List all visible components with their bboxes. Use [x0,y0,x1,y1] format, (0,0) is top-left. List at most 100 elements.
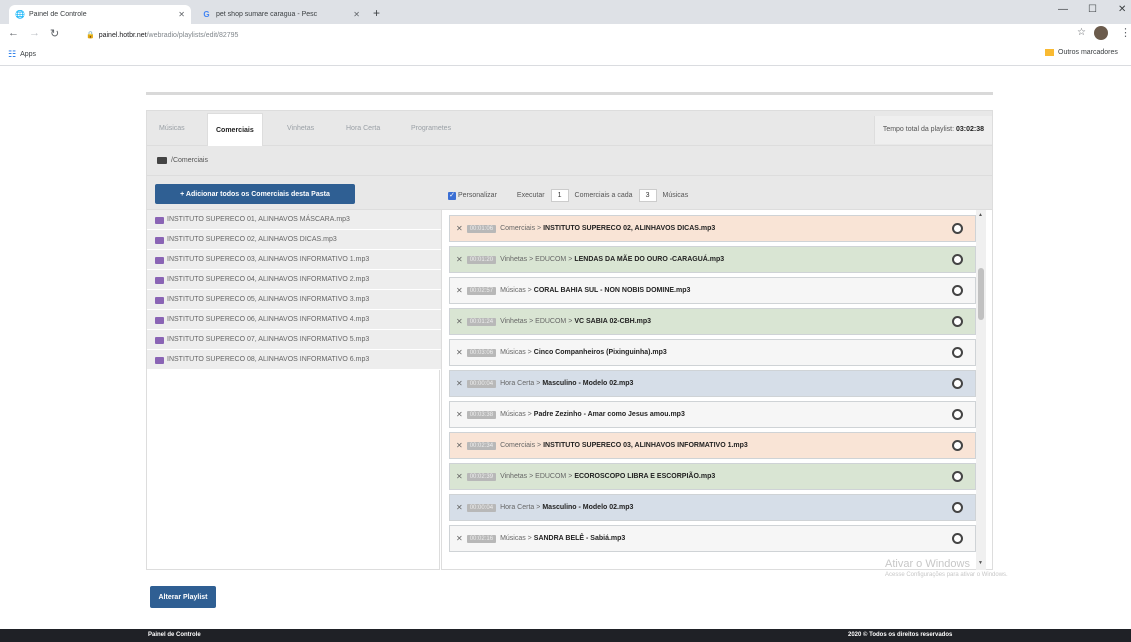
reload-icon[interactable]: ↻ [50,27,59,40]
category-path: Hora Certa > [500,380,541,387]
drag-move-icon[interactable]: ✕ [456,503,463,512]
watermark-subtitle: Acesse Configurações para ativar o Windo… [885,572,1008,578]
track-name: Masculino - Modelo 02.mp3 [542,380,634,387]
playlist-row[interactable]: ✕ 00:02:57 Músicas > CORAL BAHIA SUL - NON … [449,277,976,304]
playlist-row[interactable]: ✕ 00:03:38 Músicas > Padre Zezinho - Amar c… [449,401,976,428]
alter-playlist-button[interactable]: Alterar Playlist [150,586,216,608]
audio-file-icon [155,217,164,224]
remove-circle-icon[interactable] [952,223,963,234]
browser-tab-painel[interactable]: 🌐 Painel de Controle ✕ [9,5,191,24]
list-item[interactable]: INSTITUTO SUPERECO 04, ALINHAVOS INFORMA… [147,270,441,290]
drag-move-icon[interactable]: ✕ [456,534,463,543]
close-tab-icon[interactable]: ✕ [353,10,360,19]
drag-move-icon[interactable]: ✕ [456,472,463,481]
breadcrumb-path[interactable]: /Comerciais [171,157,208,164]
track-name: Cinco Companheiros (Pixinguinha).mp3 [533,349,667,356]
list-item[interactable]: INSTITUTO SUPERECO 03, ALINHAVOS INFORMA… [147,250,441,270]
back-icon[interactable]: ← [8,27,19,39]
close-window-icon[interactable]: ✕ [1118,4,1126,15]
playlist-row[interactable]: ✕ 00:00:04 Hora Certa > Masculino - Modelo … [449,494,976,521]
add-all-commercials-button[interactable]: + Adicionar todos os Comerciais desta Pa… [155,184,355,204]
playlist-row[interactable]: ✕ 00:00:04 Hora Certa > Masculino - Modelo … [449,370,976,397]
apps-bookmark[interactable]: ☷ Apps [8,49,36,60]
audio-file-icon [155,337,164,344]
playlist-row[interactable]: ✕ 00:02:16 Músicas > SANDRA BELÊ - Sabiá.mp… [449,525,976,552]
duration-badge: 00:01:24 [466,317,497,326]
other-bookmarks[interactable]: Outros marcadores [1045,49,1118,56]
apps-label: Apps [20,51,37,58]
track-name: VC SABIA 02-CBH.mp3 [574,318,652,325]
playlist-scrollbar[interactable]: ▲ ▼ [976,210,986,570]
drag-move-icon[interactable]: ✕ [456,224,463,233]
remove-circle-icon[interactable] [952,347,963,358]
remove-circle-icon[interactable] [952,440,963,451]
track-name: Padre Zezinho - Amar como Jesus amou.mp3 [533,411,685,418]
breadcrumb: /Comerciais [146,146,993,176]
scroll-up-icon[interactable]: ▲ [978,212,983,218]
remove-circle-icon[interactable] [952,409,963,420]
remove-circle-icon[interactable] [952,378,963,389]
remove-circle-icon[interactable] [952,285,963,296]
new-tab-button[interactable]: + [373,6,380,20]
execute-count-input[interactable]: 1 [550,189,569,202]
duration-badge: 00:02:34 [466,441,497,450]
close-tab-icon[interactable]: ✕ [178,10,185,19]
footer-right: 2020 © Todos os direitos reservados [848,632,953,638]
drag-move-icon[interactable]: ✕ [456,255,463,264]
file-name: INSTITUTO SUPERECO 05, ALINHAVOS INFORMA… [167,296,370,303]
playlist-row[interactable]: ✕ 00:02:39 Vinhetas > EDUCOM > ECOROSCOPO L… [449,463,976,490]
playlist-row[interactable]: ✕ 00:02:34 Comerciais > INSTITUTO SUPERECO … [449,432,976,459]
personalize-controls: ✓ Personalizar Executar 1 Comerciais a c… [448,189,688,202]
personalize-checkbox[interactable]: ✓ [448,191,456,200]
remove-circle-icon[interactable] [952,316,963,327]
list-item[interactable]: INSTITUTO SUPERECO 01, ALINHAVOS MÁSCARA… [147,210,441,230]
menu-kebab-icon[interactable]: ⋮ [1120,26,1131,39]
tab-comerciais[interactable]: Comerciais [207,113,263,147]
minimize-icon[interactable]: — [1058,4,1068,15]
drag-move-icon[interactable]: ✕ [456,379,463,388]
drag-move-icon[interactable]: ✕ [456,441,463,450]
file-name: INSTITUTO SUPERECO 06, ALINHAVOS INFORMA… [167,316,370,323]
tab-vinhetas[interactable]: Vinhetas [279,121,322,147]
list-item[interactable]: INSTITUTO SUPERECO 07, ALINHAVOS INFORMA… [147,330,441,350]
playlist-row[interactable]: ✕ 00:03:06 Músicas > Cinco Companheiros (Pi… [449,339,976,366]
track-name: INSTITUTO SUPERECO 03, ALINHAVOS INFORMA… [543,442,748,449]
scroll-thumb[interactable] [978,268,984,320]
file-name: INSTITUTO SUPERECO 02, ALINHAVOS DICAS.m… [167,236,337,243]
playlist-row[interactable]: ✕ 00:01:20 Vinhetas > EDUCOM > LENDAS DA MÃ… [449,246,976,273]
remove-circle-icon[interactable] [952,533,963,544]
drag-move-icon[interactable]: ✕ [456,317,463,326]
remove-circle-icon[interactable] [952,254,963,265]
available-files-panel: INSTITUTO SUPERECO 01, ALINHAVOS MÁSCARA… [146,210,441,570]
track-name: ECOROSCOPO LIBRA E ESCORPIÃO.mp3 [574,473,716,480]
file-name: INSTITUTO SUPERECO 04, ALINHAVOS INFORMA… [167,276,370,283]
list-item[interactable]: INSTITUTO SUPERECO 06, ALINHAVOS INFORMA… [147,310,441,330]
address-bar[interactable]: 🔒 painel.hotbr.net /webradio/playlists/e… [86,26,1086,44]
file-name: INSTITUTO SUPERECO 03, ALINHAVOS INFORMA… [167,256,370,263]
musicas-label: Músicas [662,192,689,199]
track-name: CORAL BAHIA SUL - NON NOBIS DOMINE.mp3 [533,287,691,294]
playlist-row[interactable]: ✕ 00:01:06 Comerciais > INSTITUTO SUPERECO … [449,215,976,242]
playlist-row[interactable]: ✕ 00:01:24 Vinhetas > EDUCOM > VC SABIA 02-… [449,308,976,335]
drag-move-icon[interactable]: ✕ [456,410,463,419]
tab-programetes[interactable]: Programetes [403,121,459,147]
tab-musicas[interactable]: Músicas [151,121,193,147]
list-item[interactable]: INSTITUTO SUPERECO 05, ALINHAVOS INFORMA… [147,290,441,310]
remove-circle-icon[interactable] [952,471,963,482]
drag-move-icon[interactable]: ✕ [456,348,463,357]
windows-activation-watermark: Ativar o Windows Acesse Configurações pa… [885,558,1008,578]
list-item[interactable]: INSTITUTO SUPERECO 08, ALINHAVOS INFORMA… [147,350,441,370]
google-icon: G [203,10,210,19]
profile-avatar[interactable] [1094,26,1108,40]
maximize-icon[interactable]: ☐ [1088,4,1097,15]
tab-hora-certa[interactable]: Hora Certa [338,121,388,147]
every-count-input[interactable]: 3 [638,189,657,202]
remove-circle-icon[interactable] [952,502,963,513]
forward-icon[interactable]: → [29,27,40,39]
panel-top-divider [146,92,993,95]
browser-tab-search[interactable]: G pet shop sumare caragua - Pesc ✕ [196,5,366,24]
bookmark-star-icon[interactable]: ☆ [1077,27,1086,38]
drag-move-icon[interactable]: ✕ [456,286,463,295]
total-value: 03:02:38 [955,126,984,133]
list-item[interactable]: INSTITUTO SUPERECO 02, ALINHAVOS DICAS.m… [147,230,441,250]
